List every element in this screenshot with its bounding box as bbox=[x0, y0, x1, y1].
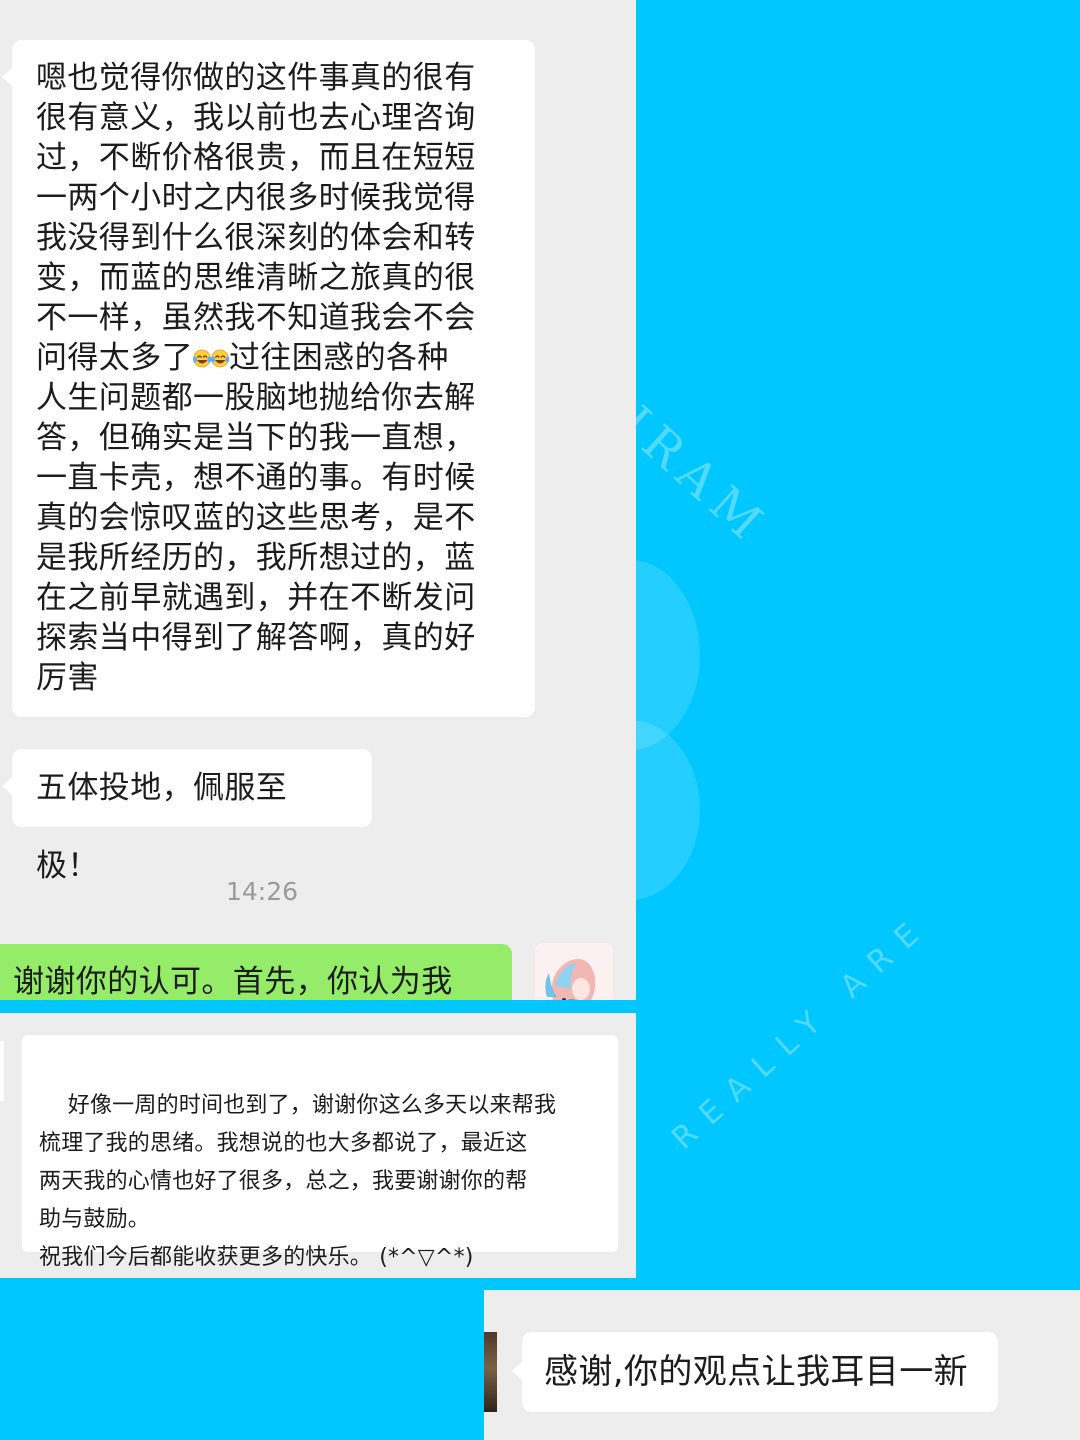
tears-of-joy-emoji-icon bbox=[193, 349, 229, 368]
cropped-avatar-edge bbox=[0, 1041, 4, 1101]
user-avatar[interactable] bbox=[535, 943, 613, 1000]
incoming-message-bubble[interactable]: 五体投地，佩服至极！ bbox=[2, 749, 372, 884]
background-watermark-bottom: REALLY ARE bbox=[665, 906, 938, 1157]
sender-avatar[interactable] bbox=[484, 1332, 497, 1412]
chat-screenshot-1: 嗯也觉得你做的这件事真的很有 很有意义，我以前也去心理咨询 过，不断价格很贵，而… bbox=[0, 0, 636, 1000]
chat-screenshot-3: 感谢,你的观点让我耳目一新 bbox=[484, 1290, 1080, 1440]
message-text: 五体投地，佩服至极！ bbox=[36, 770, 288, 884]
message-text: 过往困惑的各种 人生问题都一股脑地抛给你去解 答，但确实是当下的我一直想， 一直… bbox=[36, 340, 476, 696]
message-timestamp: 14:26 bbox=[225, 877, 299, 906]
message-text: 嗯也觉得你做的这件事真的很有 很有意义，我以前也去心理咨询 过，不断价格很贵，而… bbox=[36, 60, 476, 376]
message-text: 谢谢你的认可。首先，你认为我 bbox=[13, 964, 453, 1000]
message-text: 感谢,你的观点让我耳目一新 bbox=[544, 1352, 969, 1392]
outgoing-message-bubble[interactable]: 谢谢你的认可。首先，你认为我 bbox=[0, 944, 512, 1000]
anime-avatar-icon bbox=[535, 943, 613, 1000]
incoming-message-bubble[interactable]: 好像一周的时间也到了，谢谢你这么多天以来帮我 梳理了我的思绪。我想说的也大多都说… bbox=[22, 1035, 618, 1270]
chat-screenshot-2: 好像一周的时间也到了，谢谢你这么多天以来帮我 梳理了我的思绪。我想说的也大多都说… bbox=[0, 1013, 636, 1278]
message-text: 好像一周的时间也到了，谢谢你这么多天以来帮我 梳理了我的思绪。我想说的也大多都说… bbox=[39, 1093, 557, 1270]
incoming-message-bubble[interactable]: 感谢,你的观点让我耳目一新 bbox=[512, 1332, 998, 1412]
incoming-message-bubble[interactable]: 嗯也觉得你做的这件事真的很有 很有意义，我以前也去心理咨询 过，不断价格很贵，而… bbox=[2, 40, 535, 717]
